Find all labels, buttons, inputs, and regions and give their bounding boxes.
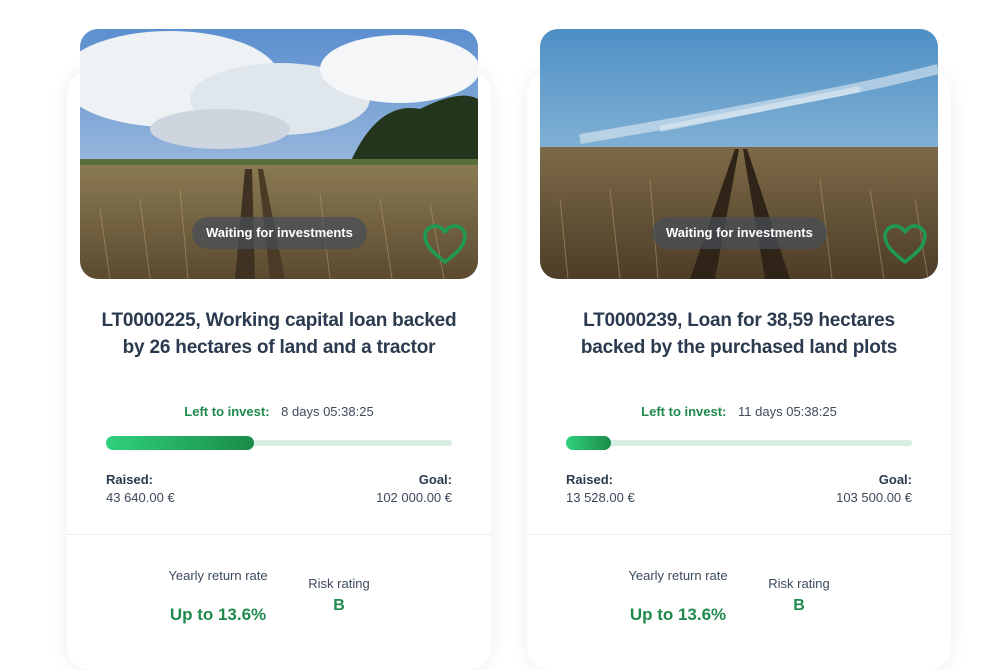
funding-progress-fill — [106, 436, 255, 450]
raised-label: Raised: — [566, 472, 613, 487]
favorite-heart-icon[interactable] — [882, 223, 928, 265]
risk-rating-label: Risk rating — [308, 576, 370, 591]
time-left-value: 8 days 05:38:25 — [281, 404, 374, 419]
funding-progress-fill — [566, 436, 612, 450]
goal-value: 102 000.00 € — [376, 490, 452, 505]
project-photo[interactable]: Waiting for investments — [80, 29, 478, 279]
status-badge: Waiting for investments — [192, 217, 367, 249]
funding-progress-bar — [106, 436, 452, 450]
goal-label: Goal: — [878, 472, 912, 487]
raised-label: Raised: — [106, 472, 153, 487]
time-left-label: Left to invest: — [641, 404, 727, 419]
goal-label: Goal: — [418, 472, 452, 487]
time-left-value: 11 days 05:38:25 — [738, 404, 837, 419]
yearly-return-value: Up to 13.6% — [169, 605, 267, 624]
favorite-heart-icon[interactable] — [422, 223, 468, 265]
raised-value: 13 528.00 € — [566, 490, 635, 505]
yearly-return-value: Up to 13.6% — [629, 605, 727, 624]
project-card[interactable]: Waiting for investments LT0000225, Worki… — [67, 29, 491, 670]
status-badge: Waiting for investments — [652, 217, 827, 249]
card-divider — [67, 534, 491, 535]
goal-value: 103 500.00 € — [836, 490, 912, 505]
yearly-return-label: Yearly return rate — [168, 568, 268, 583]
card-divider — [527, 534, 951, 535]
project-title[interactable]: LT0000239, Loan for 38,59 hectares backe… — [557, 307, 921, 361]
project-photo[interactable]: Waiting for investments — [540, 29, 938, 279]
risk-rating-value: B — [333, 597, 345, 614]
raised-value: 43 640.00 € — [106, 490, 175, 505]
risk-rating-value: B — [793, 597, 805, 614]
project-title[interactable]: LT0000225, Working capital loan backed b… — [97, 307, 461, 361]
yearly-return-label: Yearly return rate — [628, 568, 728, 583]
risk-rating-label: Risk rating — [768, 576, 830, 591]
project-card[interactable]: Waiting for investments LT0000239, Loan … — [527, 29, 951, 670]
funding-progress-bar — [566, 436, 912, 450]
time-left-label: Left to invest: — [184, 404, 270, 419]
time-left-row: Left to invest: 8 days 05:38:25 — [67, 404, 491, 419]
time-left-row: Left to invest: 11 days 05:38:25 — [527, 404, 951, 419]
